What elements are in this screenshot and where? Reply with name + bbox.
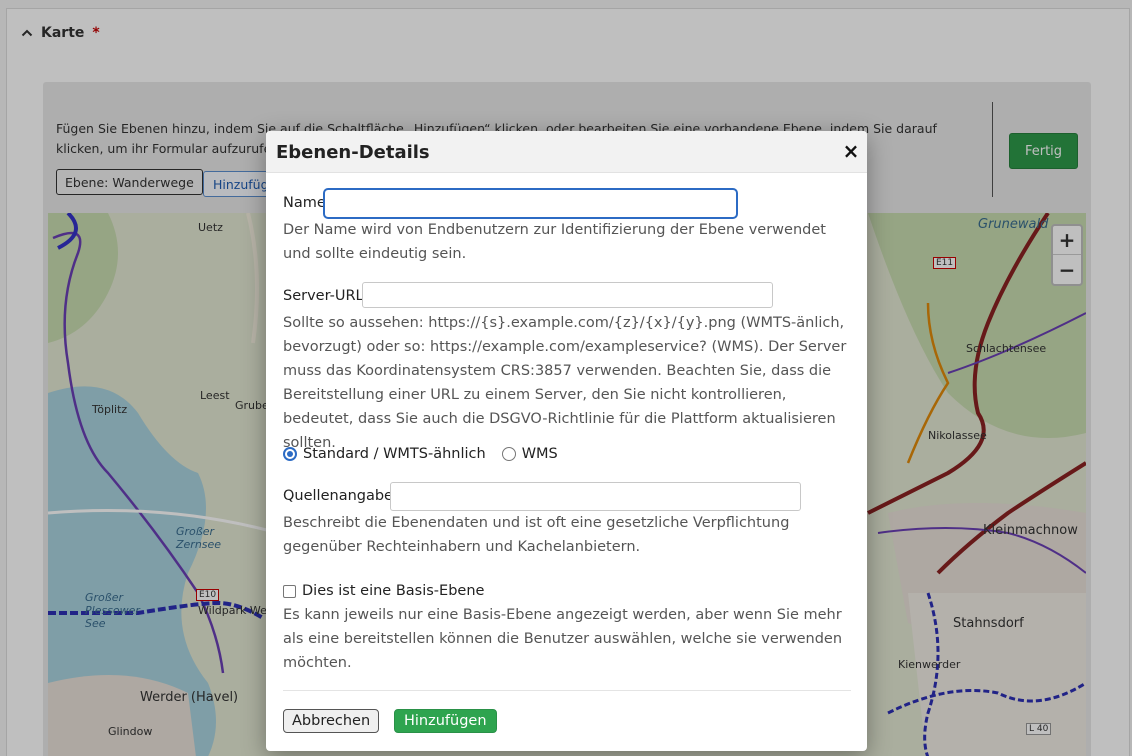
name-label: Name — [283, 195, 326, 211]
close-icon[interactable]: × — [841, 139, 861, 163]
base-layer-label[interactable]: Dies ist eine Basis-Ebene — [302, 583, 484, 599]
dialog-header: Ebenen-Details × — [266, 131, 867, 173]
source-field-group: Quellenangabe Beschreibt die Ebenendaten… — [283, 467, 853, 571]
source-label: Quellenangabe — [283, 488, 393, 504]
radio-wms[interactable] — [501, 447, 516, 461]
submit-button[interactable]: Hinzufügen — [394, 709, 497, 733]
dialog-title: Ebenen-Details — [276, 142, 430, 163]
name-hint: Der Name wird von Endbenutzern zur Ident… — [283, 222, 826, 262]
url-hint: Sollte so aussehen: https://{s}.example.… — [283, 315, 847, 451]
url-label: Server-URL — [283, 288, 364, 304]
radio-standard[interactable] — [283, 447, 297, 461]
base-layer-group: Dies ist eine Basis-Ebene Es kann jeweil… — [283, 571, 853, 691]
base-layer-checkbox[interactable] — [283, 584, 296, 598]
url-field-group: Server-URL Sollte so aussehen: https://{… — [283, 269, 853, 451]
footer-divider — [283, 690, 851, 691]
base-layer-row[interactable]: Dies ist eine Basis-Ebene — [283, 583, 484, 599]
layer-details-dialog: Ebenen-Details × Name Der Name wird von … — [266, 131, 867, 751]
source-hint: Beschreibt die Ebenendaten und ist oft e… — [283, 515, 790, 555]
dialog-body: Name Der Name wird von Endbenutzern zur … — [283, 173, 853, 691]
base-layer-hint: Es kann jeweils nur eine Basis-Ebene ang… — [283, 607, 843, 671]
server-url-input[interactable] — [362, 282, 773, 308]
cancel-button[interactable]: Abbrechen — [283, 709, 380, 733]
attribution-input[interactable] — [390, 482, 801, 511]
name-field-group: Name Der Name wird von Endbenutzern zur … — [283, 173, 853, 269]
name-input[interactable] — [323, 188, 738, 219]
